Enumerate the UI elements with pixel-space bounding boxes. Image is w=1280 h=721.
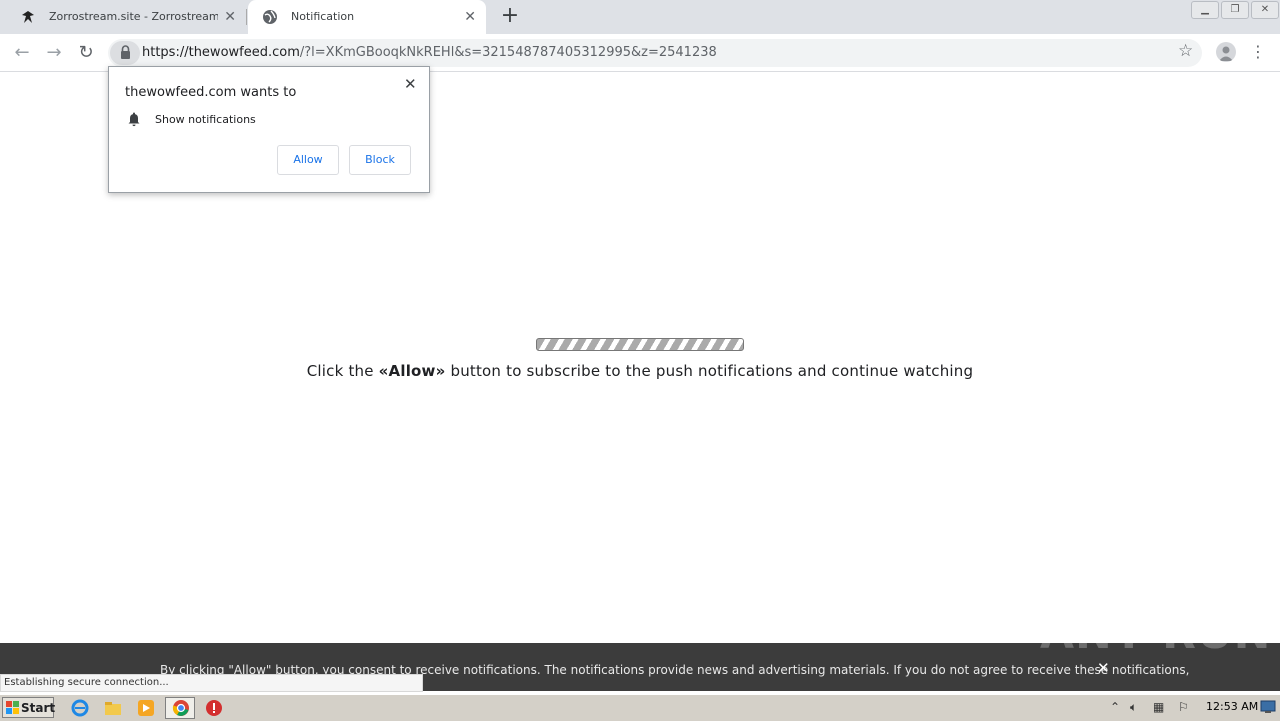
allow-button[interactable]: Allow (277, 145, 339, 175)
tab-title: Notification (291, 10, 355, 23)
internet-explorer-icon[interactable] (71, 699, 89, 717)
person-icon (1219, 46, 1233, 61)
network-icon[interactable]: ▦ (1153, 700, 1164, 714)
close-icon[interactable]: ✕ (224, 0, 236, 34)
site-info-button[interactable] (110, 41, 140, 65)
taskbar: Start ⌃ 🔈︎ ▦ ⚐ 12:53 AM (0, 694, 1280, 721)
notification-permission-popup: thewowfeed.com wants to ✕ Show notificat… (108, 66, 430, 193)
url-path: /?l=XKmGBooqkNkREHl&s=321548787405312995… (299, 45, 717, 60)
minimize-icon[interactable]: ▁ (1191, 1, 1219, 19)
zorro-icon (22, 11, 34, 23)
close-icon[interactable]: ✕ (1097, 659, 1110, 677)
profile-avatar-icon[interactable] (1216, 42, 1236, 62)
restore-icon[interactable]: ❐ (1221, 1, 1249, 19)
close-window-icon[interactable]: ✕ (1251, 1, 1279, 19)
opera-icon[interactable] (205, 699, 223, 717)
window-controls: ▁ ❐ ✕ (1190, 0, 1280, 20)
tab-title: Zorrostream.site - Zorrostream - Live (49, 10, 218, 23)
taskbar-clock[interactable]: 12:53 AM (1206, 695, 1258, 719)
subscribe-instruction: Click the «Allow» button to subscribe to… (0, 362, 1280, 380)
media-player-icon[interactable] (137, 699, 155, 717)
cta-text-before: Click the (306, 362, 379, 380)
file-explorer-icon[interactable] (104, 699, 122, 717)
windows-logo-icon (6, 701, 19, 714)
start-button[interactable]: Start (2, 697, 56, 718)
tab-divider (246, 9, 247, 25)
back-arrow-icon[interactable]: ← (10, 41, 34, 65)
reload-icon[interactable]: ↻ (74, 41, 98, 65)
url-domain: https://thewowfeed.com (142, 45, 300, 60)
permission-item: Show notifications (155, 113, 256, 126)
tab-zorrostream[interactable]: Zorrostream.site - Zorrostream - Live ✕ (6, 0, 246, 34)
show-desktop-icon[interactable] (1260, 700, 1276, 714)
close-icon[interactable]: ✕ (464, 0, 476, 34)
lock-icon (121, 45, 130, 59)
loading-progress-bar (536, 338, 744, 351)
block-button[interactable]: Block (349, 145, 411, 175)
globe-icon (263, 10, 277, 24)
address-bar[interactable]: https://thewowfeed.com/?l=XKmGBooqkNkREH… (108, 39, 1202, 67)
cta-text-after: button to subscribe to the push notifica… (445, 362, 974, 380)
forward-arrow-icon[interactable]: → (42, 41, 66, 65)
tab-notification[interactable]: Notification ✕ (248, 0, 486, 34)
bell-icon (128, 112, 140, 127)
popup-title: thewowfeed.com wants to (125, 85, 297, 100)
volume-icon[interactable]: 🔈︎ (1130, 700, 1137, 715)
chrome-icon (172, 700, 189, 716)
show-hidden-icons-icon[interactable]: ⌃ (1110, 700, 1120, 714)
menu-kebab-icon[interactable]: ⋮ (1250, 40, 1266, 64)
bookmark-star-icon[interactable]: ☆ (1178, 41, 1193, 61)
tab-strip: Zorrostream.site - Zorrostream - Live ✕ … (0, 0, 1280, 34)
url-text[interactable]: https://thewowfeed.com/?l=XKmGBooqkNkREH… (142, 39, 717, 67)
cta-allow-emphasis: «Allow» (378, 362, 446, 380)
close-icon[interactable]: ✕ (404, 75, 417, 93)
anyrun-watermark: ANY RUN (1040, 608, 1272, 659)
new-tab-button[interactable]: + (498, 4, 522, 30)
status-bubble: Establishing secure connection... (0, 674, 423, 692)
start-label: Start (21, 701, 56, 715)
chrome-taskbar-button[interactable] (165, 697, 195, 719)
action-center-flag-icon[interactable]: ⚐ (1178, 700, 1189, 714)
